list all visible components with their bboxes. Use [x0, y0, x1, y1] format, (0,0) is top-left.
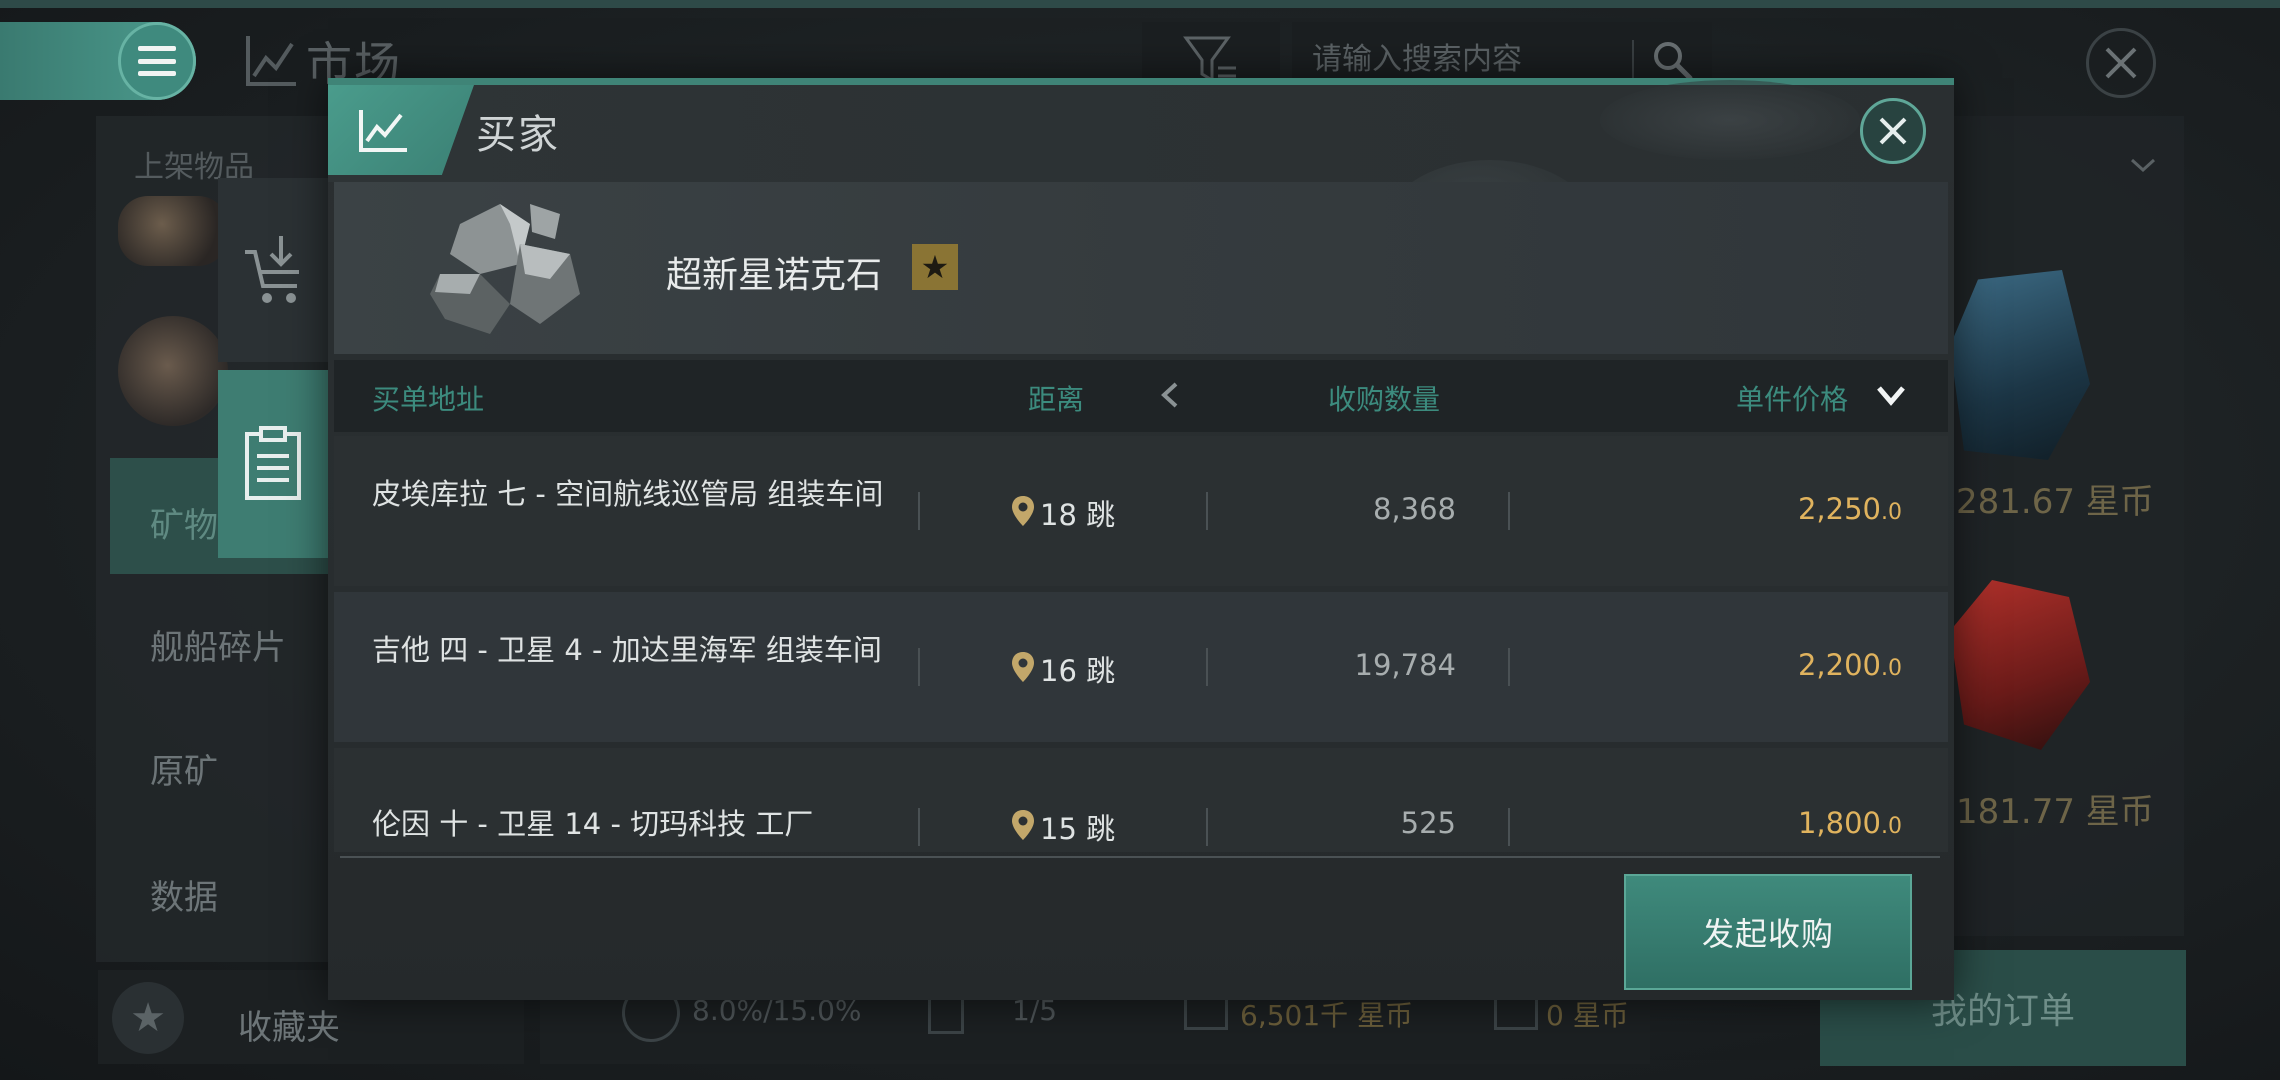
- market-chart-icon: [246, 36, 296, 86]
- table-row[interactable]: 皮埃库拉 七 - 空间航线巡管局 组装车间 18 跳 8,368 2,250.0: [334, 436, 1948, 586]
- table-bottom-divider: [340, 856, 1940, 858]
- item-price: 281.67 星币: [1956, 482, 2154, 522]
- order-address: 伦因 十 - 卫星 14 - 切玛科技 工厂: [372, 807, 814, 841]
- menu-button[interactable]: [118, 22, 196, 100]
- order-quantity: 525: [1400, 806, 1456, 840]
- order-address: 吉他 四 - 卫星 4 - 加达里海军 组装车间: [372, 633, 882, 667]
- search-icon[interactable]: [1650, 38, 1694, 82]
- sort-left-icon[interactable]: [1158, 380, 1182, 410]
- order-price-main: 2,250: [1797, 492, 1881, 526]
- location-pin-icon: [1012, 810, 1034, 840]
- orders-icon: [245, 426, 301, 500]
- dialog-title: 买家: [476, 112, 560, 158]
- order-price-decimal: .0: [1881, 656, 1902, 681]
- market-chart-icon: [359, 110, 407, 152]
- create-buy-order-button[interactable]: 发起收购: [1624, 874, 1912, 990]
- column-divider: [918, 492, 920, 530]
- sort-down-icon[interactable]: [1876, 382, 1906, 408]
- tab-receive[interactable]: [218, 178, 328, 362]
- close-icon: [2105, 47, 2137, 79]
- order-price-decimal: .0: [1881, 500, 1902, 525]
- item-image-ore: [430, 204, 580, 334]
- column-divider: [1508, 808, 1510, 846]
- order-quantity: 8,368: [1372, 492, 1456, 526]
- column-divider: [1508, 648, 1510, 686]
- order-price-main: 1,800: [1797, 806, 1881, 840]
- category-minerals[interactable]: 矿物: [150, 498, 218, 547]
- table-header: [334, 360, 1948, 432]
- order-quantity: 19,784: [1354, 648, 1456, 682]
- column-divider: [1206, 648, 1208, 686]
- top-accent-strip: [0, 0, 2280, 8]
- dialog-background-decor: [1600, 80, 1860, 160]
- order-distance: 15 跳: [1040, 812, 1116, 846]
- chevron-down-icon[interactable]: [2128, 150, 2158, 180]
- location-pin-icon: [1012, 652, 1034, 682]
- category-raw-ore[interactable]: 原矿: [150, 744, 218, 793]
- category-ship-fragments[interactable]: 舰船碎片: [150, 620, 286, 669]
- location-pin-icon: [1012, 496, 1034, 526]
- column-divider: [1206, 808, 1208, 846]
- menu-icon: [138, 46, 176, 76]
- search-input[interactable]: [1312, 41, 1612, 77]
- item-name: 超新星诺克石: [666, 255, 883, 296]
- item-price: 181.77 星币: [1956, 792, 2154, 832]
- column-divider: [918, 808, 920, 846]
- table-row[interactable]: 吉他 四 - 卫星 4 - 加达里海军 组装车间 16 跳 19,784 2,2…: [334, 592, 1948, 742]
- table-row[interactable]: 伦因 十 - 卫星 14 - 切玛科技 工厂 15 跳 525 1,800.0: [334, 748, 1948, 852]
- column-divider: [918, 648, 920, 686]
- category-data[interactable]: 数据: [150, 870, 218, 919]
- listed-item-thumbnail[interactable]: [118, 316, 228, 426]
- order-price-decimal: .0: [1881, 814, 1902, 839]
- column-header-address: 买单地址: [372, 383, 485, 416]
- escrow-value: 0 星币: [1546, 999, 1629, 1032]
- close-icon: [1879, 117, 1907, 145]
- star-icon[interactable]: ★: [912, 244, 958, 290]
- column-header-price[interactable]: 单件价格: [1736, 378, 1848, 418]
- balance-value: 6,501千 星币: [1240, 999, 1414, 1032]
- order-distance: 18 跳: [1040, 498, 1116, 532]
- column-header-quantity[interactable]: 收购数量: [1328, 378, 1440, 418]
- dialog-close-button[interactable]: [1860, 98, 1926, 164]
- order-address: 皮埃库拉 七 - 空间航线巡管局 组装车间: [372, 477, 884, 511]
- tab-buy-orders[interactable]: [218, 370, 328, 558]
- star-icon: ★: [112, 982, 184, 1054]
- order-price: 2,250.0: [1798, 492, 1902, 526]
- search-divider: [1632, 40, 1634, 78]
- order-price: 1,800.0: [1798, 806, 1902, 840]
- column-header-distance[interactable]: 距离: [1028, 378, 1084, 418]
- order-price: 2,200.0: [1798, 648, 1902, 682]
- receive-icon: [245, 236, 299, 303]
- order-distance: 16 跳: [1040, 654, 1116, 688]
- column-divider: [1206, 492, 1208, 530]
- listed-item-thumbnail[interactable]: [118, 196, 228, 266]
- column-divider: [1508, 492, 1510, 530]
- market-close-button[interactable]: [2086, 28, 2156, 98]
- order-price-main: 2,200: [1797, 648, 1881, 682]
- favorites-label: 收藏夹: [238, 1008, 340, 1048]
